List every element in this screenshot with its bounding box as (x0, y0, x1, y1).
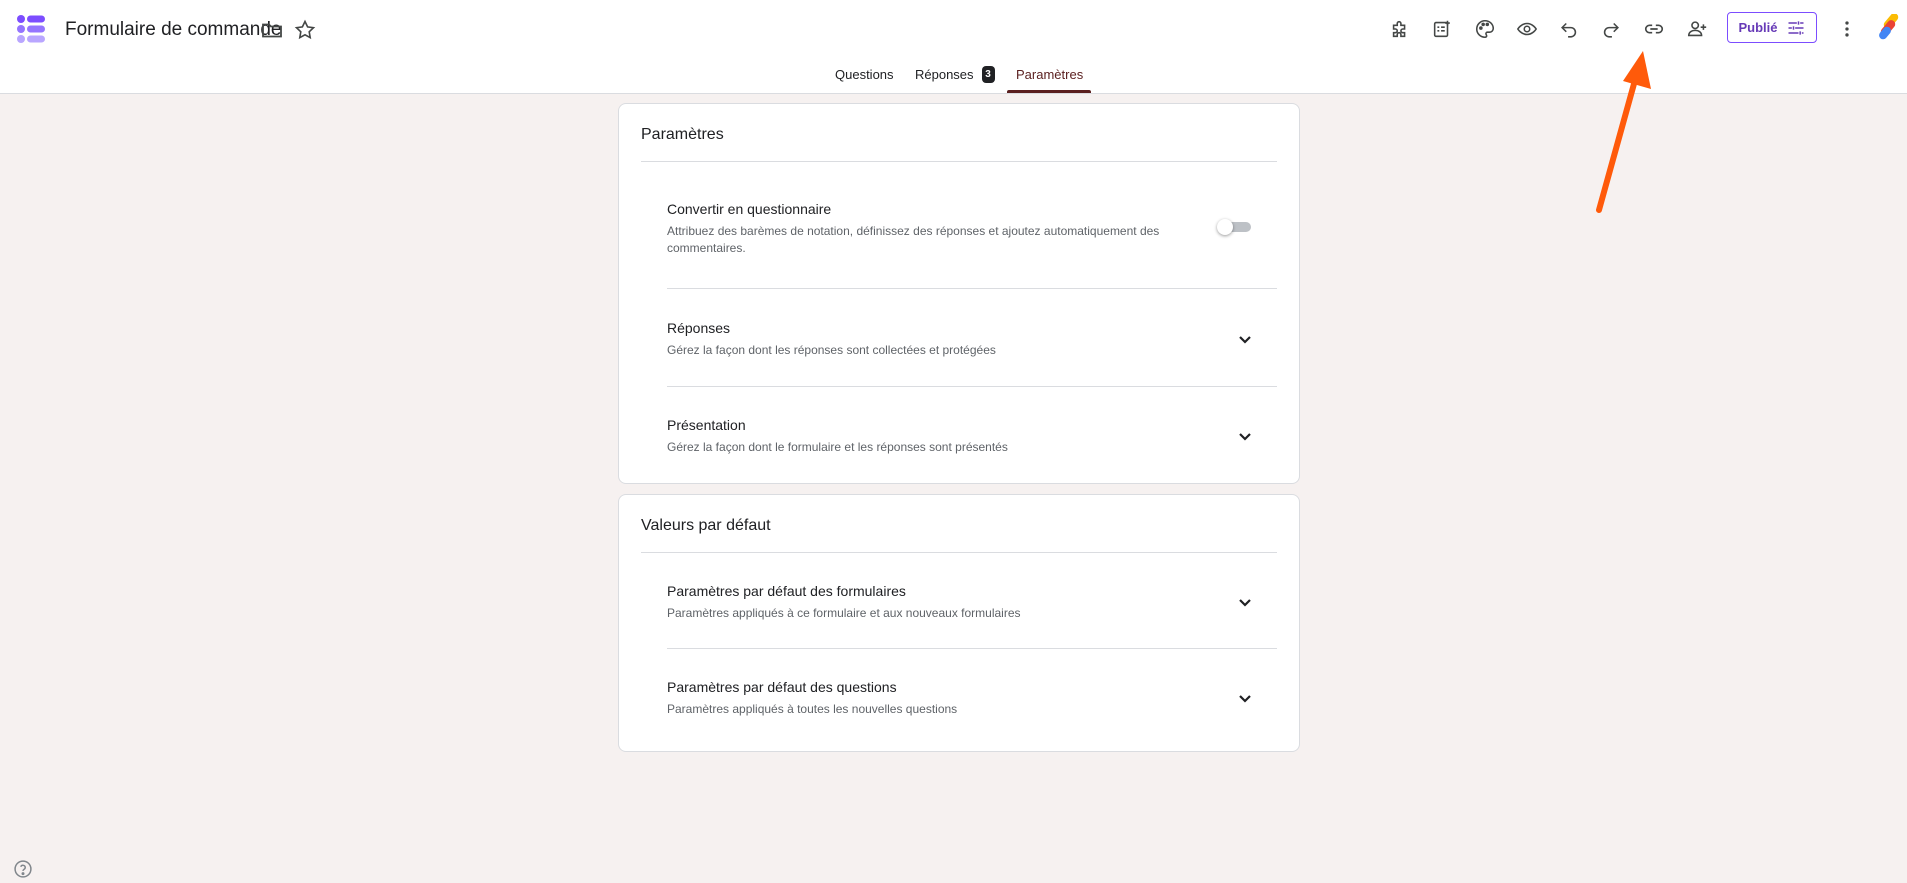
question-defaults-title: Paramètres par défaut des questions (667, 679, 897, 695)
help-icon[interactable] (13, 859, 33, 879)
tab-questions[interactable]: Questions (835, 60, 894, 93)
presentation-setting-row[interactable]: Présentation Gérez la façon dont le form… (667, 417, 1277, 456)
folder-icon[interactable] (260, 18, 284, 42)
quiz-toggle[interactable] (1217, 219, 1251, 235)
tab-settings[interactable]: Paramètres (1016, 60, 1083, 93)
quiz-setting-title: Convertir en questionnaire (667, 201, 832, 217)
document-title[interactable]: Formulaire de commande (65, 19, 281, 41)
settings-card-title: Paramètres (641, 126, 724, 143)
tab-responses-label: Réponses (915, 67, 974, 82)
tab-settings-label: Paramètres (1016, 67, 1084, 82)
annotation-arrow (1596, 51, 1651, 213)
link-icon[interactable] (1639, 14, 1669, 44)
star-icon[interactable] (293, 18, 317, 42)
active-tab-indicator (1007, 90, 1091, 93)
divider (641, 552, 1277, 553)
presentation-setting-description: Gérez la façon dont le formulaire et les… (667, 440, 1008, 454)
quiz-setting-row: Convertir en questionnaire Attribuez des… (667, 201, 1277, 257)
add-collaborator-icon[interactable] (1682, 14, 1712, 44)
defaults-card-title: Valeurs par défaut (641, 517, 771, 534)
chevron-down-icon[interactable] (1233, 424, 1257, 448)
settings-card: Paramètres Convertir en questionnaire At… (618, 103, 1300, 484)
publish-label: Publié (1738, 20, 1778, 35)
publish-button[interactable]: Publié (1727, 12, 1817, 43)
undo-icon[interactable] (1554, 14, 1584, 44)
palette-icon[interactable] (1470, 14, 1500, 44)
responses-setting-description: Gérez la façon dont les réponses sont co… (667, 343, 996, 357)
form-defaults-row[interactable]: Paramètres par défaut des formulaires Pa… (667, 583, 1277, 622)
chevron-down-icon[interactable] (1233, 327, 1257, 351)
divider (667, 386, 1277, 387)
responses-count-badge: 3 (981, 66, 995, 83)
toggle-knob (1217, 219, 1233, 235)
gemini-logo[interactable] (1875, 14, 1903, 42)
presentation-setting-title: Présentation (667, 417, 746, 433)
defaults-card: Valeurs par défaut Paramètres par défaut… (618, 494, 1300, 752)
form-defaults-title: Paramètres par défaut des formulaires (667, 583, 906, 599)
divider (667, 288, 1277, 289)
redo-icon[interactable] (1596, 14, 1626, 44)
responses-setting-row[interactable]: Réponses Gérez la façon dont les réponse… (667, 320, 1277, 359)
tab-questions-label: Questions (835, 67, 894, 82)
chevron-down-icon[interactable] (1233, 590, 1257, 614)
quiz-setting-description: Attribuez des barèmes de notation, défin… (667, 224, 1160, 255)
addon-icon[interactable] (1385, 14, 1415, 44)
responses-setting-title: Réponses (667, 320, 731, 336)
tune-icon (1788, 20, 1803, 35)
divider (641, 161, 1277, 162)
chevron-down-icon[interactable] (1233, 686, 1257, 710)
form-template-icon[interactable] (1427, 14, 1457, 44)
form-defaults-description: Paramètres appliqués à ce formulaire et … (667, 606, 1021, 620)
tab-responses[interactable]: Réponses 3 (915, 60, 995, 93)
more-vert-icon[interactable] (1832, 14, 1862, 44)
divider (667, 648, 1277, 649)
question-defaults-row[interactable]: Paramètres par défaut des questions Para… (667, 679, 1277, 718)
preview-eye-icon[interactable] (1512, 14, 1542, 44)
google-forms-logo[interactable] (16, 14, 46, 44)
question-defaults-description: Paramètres appliqués à toutes les nouvel… (667, 702, 958, 716)
